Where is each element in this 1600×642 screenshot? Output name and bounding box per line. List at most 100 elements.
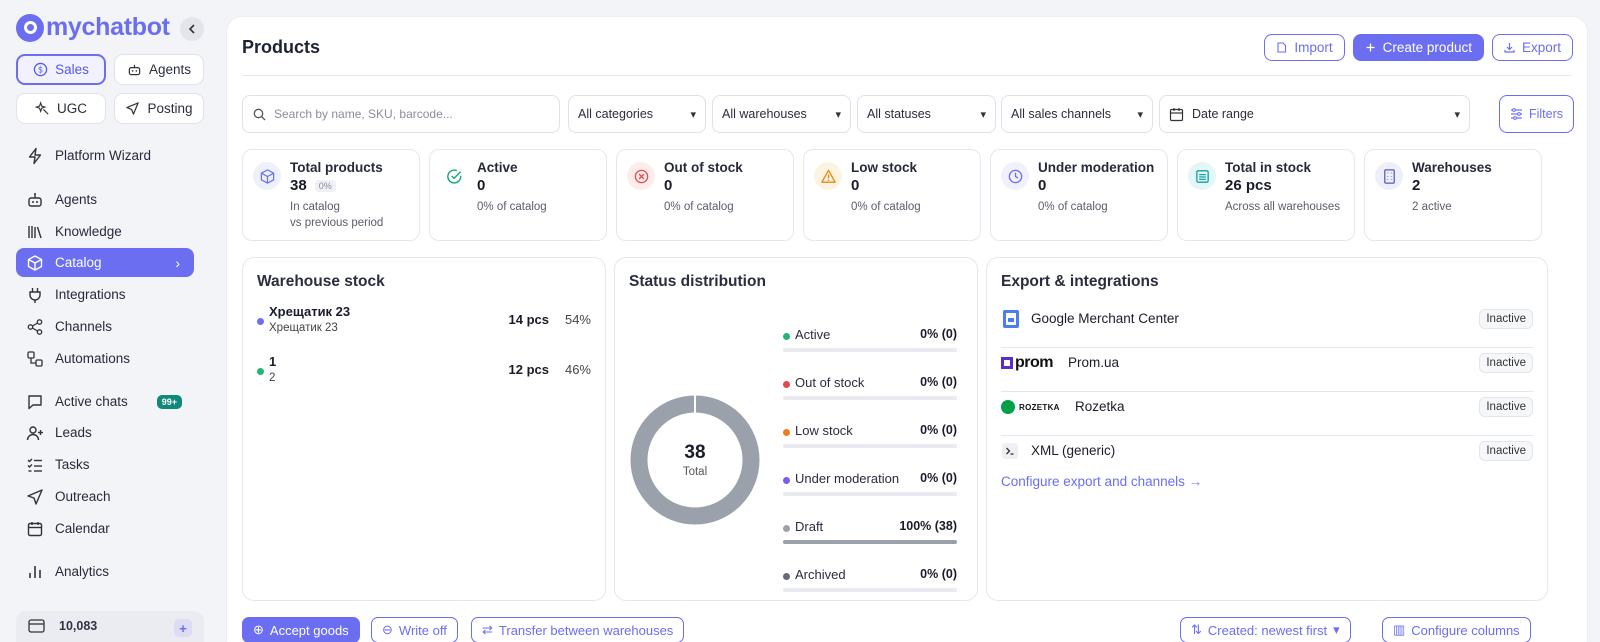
- date-range-select[interactable]: Date range ▾: [1159, 95, 1470, 133]
- tasks-icon: [27, 458, 42, 472]
- transfer-button[interactable]: ⇄ Transfer between warehouses: [471, 617, 685, 642]
- sidebar-item-catalog[interactable]: Catalog ›: [16, 248, 194, 277]
- integration-row-prom[interactable]: prom Prom.ua Inactive: [1001, 348, 1533, 392]
- status-name: Low stock: [795, 423, 853, 438]
- sidebar-item-tasks[interactable]: Tasks: [16, 450, 194, 479]
- categories-select[interactable]: All categories ▾: [568, 95, 706, 133]
- chevron-left-icon: [188, 24, 195, 34]
- collapse-sidebar-button[interactable]: [180, 17, 204, 41]
- sidebar-item-agents[interactable]: Agents: [16, 185, 194, 214]
- stat-card-warehouses: Warehouses 2 2 active: [1364, 149, 1542, 241]
- chevron-right-icon: ›: [175, 254, 180, 271]
- stat-sub: Across all warehouses: [1225, 201, 1341, 213]
- search-input[interactable]: Search by name, SKU, barcode...: [242, 95, 560, 133]
- sidebar-item-automations[interactable]: Automations: [16, 344, 194, 373]
- create-product-button[interactable]: Create product: [1352, 34, 1484, 61]
- main-panel: Products Import Create product Export Se…: [226, 16, 1588, 642]
- warehouses-select[interactable]: All warehouses ▾: [712, 95, 851, 133]
- add-balance-button[interactable]: +: [174, 619, 192, 637]
- panel-title: Status distribution: [629, 273, 766, 290]
- stat-sub: 2 active: [1412, 201, 1452, 213]
- status-bar-track: [783, 396, 957, 400]
- dollar-icon: $: [33, 62, 48, 77]
- terminal-icon: [1001, 442, 1019, 460]
- x-circle-icon: [627, 162, 655, 190]
- sidebar-item-knowledge[interactable]: Knowledge: [16, 217, 194, 246]
- integration-status-badge: Inactive: [1479, 309, 1533, 329]
- accept-goods-button[interactable]: ⊕ Accept goods: [242, 617, 360, 642]
- status-value: 0% (0): [920, 471, 957, 485]
- sidebar-item-calendar[interactable]: Calendar: [16, 514, 194, 543]
- integration-row-rozetka[interactable]: ROZETKA Rozetka Inactive: [1001, 392, 1533, 436]
- warehouse-row[interactable]: Хрещатик 23 Хрещатик 23 14 pcs 54%: [257, 304, 591, 344]
- sidebar-item-leads[interactable]: Leads: [16, 418, 194, 447]
- sort-select[interactable]: ⇅ Created: newest first ▾: [1180, 617, 1351, 642]
- prom-logo-text: prom: [1015, 354, 1054, 371]
- filters-label: Filters: [1528, 107, 1564, 121]
- mode-label: UGC: [57, 101, 87, 116]
- statuses-value: All statuses: [867, 107, 931, 121]
- create-product-label: Create product: [1382, 40, 1472, 55]
- integration-name: XML (generic): [1031, 443, 1116, 458]
- stat-card-low-stock: Low stock 0 0% of catalog: [803, 149, 981, 241]
- robot-icon: [128, 64, 141, 76]
- mode-posting[interactable]: Posting: [114, 93, 204, 124]
- stat-label: Out of stock: [664, 160, 743, 175]
- sidebar-item-outreach[interactable]: Outreach: [16, 482, 194, 511]
- status-bar-track: [783, 540, 957, 544]
- warning-icon: [814, 162, 842, 190]
- mode-ugc[interactable]: UGC: [16, 93, 106, 124]
- wallet-icon: [28, 619, 45, 633]
- stat-card-under-moderation: Under moderation 0 0% of catalog: [990, 149, 1168, 241]
- warehouse-row[interactable]: 1 2 12 pcs 46%: [257, 354, 591, 394]
- sidebar-item-platform-wizard[interactable]: Platform Wizard: [16, 141, 194, 170]
- sales-channels-select[interactable]: All sales channels ▾: [1001, 95, 1153, 133]
- balance-amount: 10,083: [59, 619, 98, 633]
- balance-widget[interactable]: 10,083 +: [16, 611, 204, 642]
- sort-label: Created: newest first: [1207, 622, 1328, 638]
- sidebar-item-integrations[interactable]: Integrations: [16, 280, 194, 309]
- stack-icon: [1188, 162, 1216, 190]
- send-icon: [126, 102, 140, 115]
- status-value: 100% (38): [899, 519, 957, 533]
- share-icon: [27, 318, 43, 335]
- export-button[interactable]: Export: [1491, 34, 1573, 61]
- status-name: Archived: [795, 567, 846, 582]
- status-dot: [783, 429, 790, 436]
- configure-export-link[interactable]: Configure export and channels →: [1001, 474, 1202, 489]
- sidebar-item-analytics[interactable]: Analytics: [16, 557, 194, 586]
- configure-columns-button[interactable]: ▥ Configure columns: [1382, 617, 1531, 642]
- stat-change-badge: 0%: [314, 179, 336, 192]
- stat-label: Active: [477, 160, 518, 175]
- write-off-button[interactable]: ⊖ Write off: [371, 617, 458, 642]
- export-integrations-panel: Export & integrations Google Merchant Ce…: [986, 257, 1548, 601]
- mode-switcher: $ Sales Agents UGC Posting: [16, 54, 204, 124]
- transfer-icon: ⇄: [482, 622, 493, 637]
- stat-value: 0: [851, 177, 860, 194]
- sidebar-item-active-chats[interactable]: Active chats 99+: [16, 387, 194, 416]
- app-root: mychatbot $ Sales Agents UGC Posting Pla…: [0, 0, 1600, 642]
- logo-text: mychatbot: [46, 13, 170, 41]
- statuses-select[interactable]: All statuses ▾: [857, 95, 996, 133]
- status-row: Active 0% (0): [783, 327, 957, 353]
- logo-mark-icon: [16, 13, 44, 42]
- integration-row-google-merchant[interactable]: Google Merchant Center Inactive: [1001, 304, 1533, 348]
- status-bar-track: [783, 588, 957, 592]
- status-dot: [783, 477, 790, 484]
- filters-button[interactable]: Filters: [1499, 95, 1574, 133]
- import-button[interactable]: Import: [1264, 34, 1345, 61]
- stat-value: 0: [1038, 177, 1047, 194]
- logo[interactable]: mychatbot: [16, 13, 170, 42]
- mode-sales[interactable]: $ Sales: [16, 54, 106, 85]
- warehouse-pct: 46%: [564, 362, 591, 377]
- page-title: Products: [242, 37, 321, 57]
- mode-label: Sales: [55, 62, 89, 77]
- mode-agents[interactable]: Agents: [114, 54, 204, 85]
- prom-logo-mark: [1001, 357, 1013, 369]
- minus-circle-icon: ⊖: [382, 622, 393, 637]
- warehouse-address: 2: [269, 372, 276, 384]
- status-name: Under moderation: [795, 471, 900, 486]
- sidebar-item-channels[interactable]: Channels: [16, 312, 194, 341]
- chevron-down-icon: ▾: [835, 108, 841, 121]
- sidebar-item-label: Channels: [55, 319, 113, 334]
